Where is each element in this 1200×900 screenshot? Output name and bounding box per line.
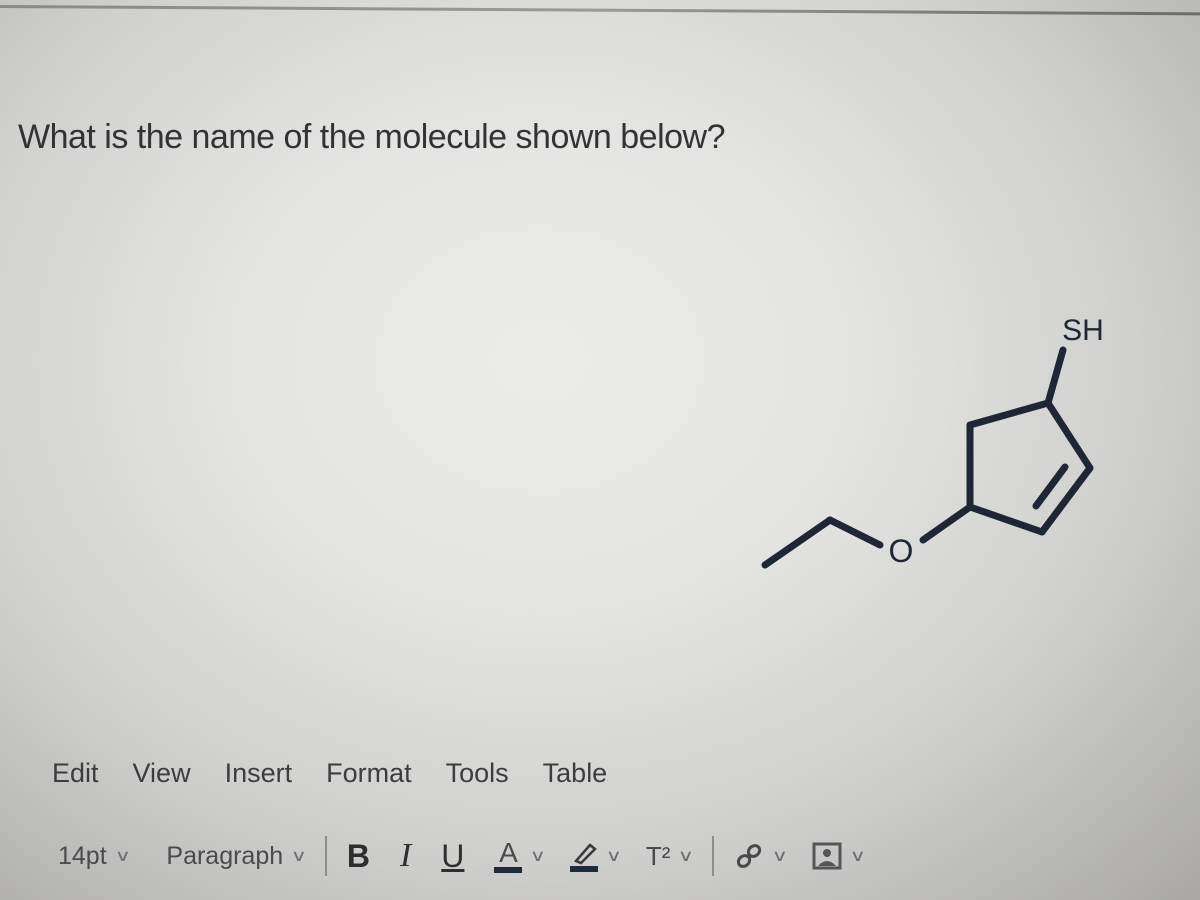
chevron-down-icon: ∨ [678,848,695,865]
font-size-select[interactable]: 14pt ∨ [58,841,131,871]
ring-bond-c5-c4 [966,399,1052,429]
molecule-structure: O SH [761,314,1104,569]
chevron-down-icon: ∨ [114,848,131,865]
question-prompt: What is the name of the molecule shown b… [18,118,726,156]
ring-bond-c4-c3 [1044,399,1094,472]
menu-format[interactable]: Format [326,758,412,789]
toolbar-divider [712,836,715,876]
bold-button[interactable]: B [347,838,370,875]
chevron-down-icon: ∨ [530,848,547,865]
underline-button[interactable]: U [441,838,464,875]
bond-c4-s [1044,346,1067,407]
text-color-button[interactable]: A ∨ [494,838,547,873]
menu-edit[interactable]: Edit [52,758,99,789]
menu-tools[interactable]: Tools [446,758,509,789]
menu-insert[interactable]: Insert [225,758,293,789]
chevron-down-icon: ∨ [605,848,623,865]
menu-view[interactable]: View [133,758,191,789]
bond-ch2-o [826,516,884,549]
ring-double-bond-inner [1032,463,1069,510]
font-size-value: 14pt [58,841,107,870]
ring-bond-c2-c1 [966,503,1046,536]
screen-edge-line [0,5,1200,16]
oxygen-label: O [889,533,914,569]
bond-ch3-ch2 [761,516,834,569]
ring-bond-c3-c2 [1038,464,1094,536]
editor-toolbar: 14pt ∨ Paragraph ∨ B I U A ∨ ∨ T² ∨ ∨ ∨ [58,832,1200,880]
editor-menubar: Edit View Insert Format Tools Table [52,758,641,789]
chevron-down-icon: ∨ [771,848,789,865]
italic-button[interactable]: I [400,837,411,875]
highlight-color-button[interactable]: ∨ [570,841,623,872]
superscript-icon: T² [645,840,671,871]
bond-o-c1 [919,503,974,544]
thiol-label: SH [1062,314,1104,347]
block-format-value: Paragraph [166,841,284,870]
text-color-icon: A [494,838,523,873]
link-button[interactable]: ∨ [734,842,789,870]
toolbar-divider [324,836,327,876]
superscript-button[interactable]: T² ∨ [645,840,695,872]
highlighter-icon [570,841,599,872]
image-icon [812,842,842,870]
block-format-select[interactable]: Paragraph ∨ [166,841,308,871]
chevron-down-icon: ∨ [849,848,866,865]
menu-table[interactable]: Table [543,758,608,789]
chevron-down-icon: ∨ [290,848,308,865]
image-button[interactable]: ∨ [812,842,866,870]
link-icon [737,844,762,868]
